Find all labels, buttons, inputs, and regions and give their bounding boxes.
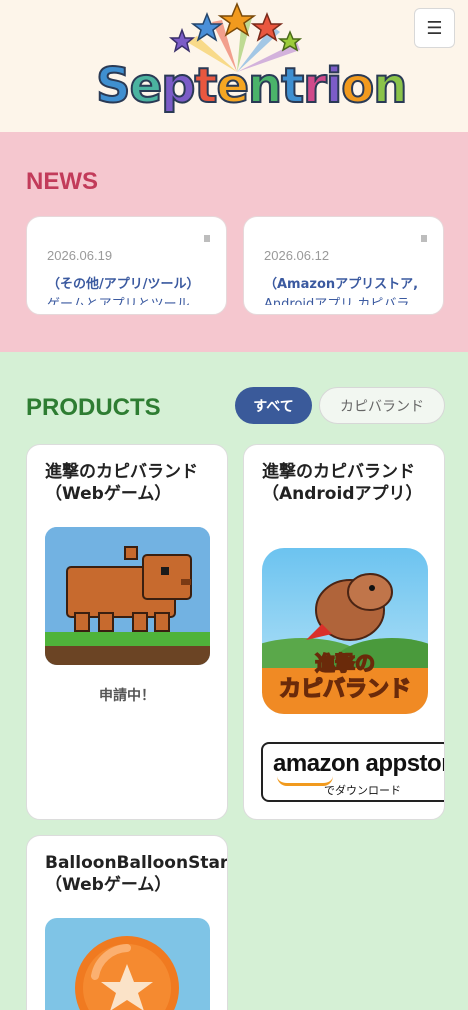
- septentrion-logo[interactable]: Septentrion: [92, 2, 408, 128]
- amazon-appstore-text: amazon appstore: [273, 750, 445, 777]
- logo-wordmark: Septentrion: [95, 57, 408, 115]
- capybara-pixel-image: [45, 527, 210, 665]
- products-section: PRODUCTS すべて カピバランド 進撃のカピバランド（Webゲーム） 申請…: [0, 352, 468, 1010]
- svg-text:カピバランド: カピバランド: [279, 677, 411, 702]
- amazon-appstore-badge[interactable]: amazon appstore でダウンロード: [261, 742, 445, 802]
- balloon-star-image: [45, 918, 210, 1010]
- site-header: Septentrion ☰: [0, 0, 468, 132]
- news-card[interactable]: 2026.06.12 （Amazonアプリストア, Androidアプリ,カピバ…: [243, 216, 444, 315]
- news-category: （Amazonアプリストア,: [264, 277, 419, 292]
- products-heading: PRODUCTS: [26, 394, 161, 421]
- news-date: 2026.06.19: [47, 248, 113, 263]
- product-title: 進撃のカピバランド（Webゲーム）: [45, 462, 198, 504]
- product-card[interactable]: 進撃のカピバランド（Webゲーム） 申請中！: [26, 444, 228, 820]
- status-text: 申請中！: [99, 688, 155, 704]
- news-headline: Androidアプリ,カピバラ: [264, 297, 410, 305]
- hamburger-icon: ☰: [426, 17, 443, 39]
- news-category: （その他/アプリ/ツール）: [47, 277, 200, 292]
- app-icon-image: 進撃の カピバランド: [262, 548, 428, 714]
- news-card[interactable]: 2026.06.19 （その他/アプリ/ツール） ゲームとアプリとツール: [26, 216, 227, 315]
- news-headline: ゲームとアプリとツール: [47, 297, 190, 305]
- news-date: 2026.06.12: [264, 248, 330, 263]
- svg-text:進撃の: 進撃の: [315, 651, 375, 675]
- bookmark-icon: [204, 235, 210, 242]
- filter-capybaland-button[interactable]: カピバランド: [319, 387, 445, 424]
- download-text: でダウンロード: [324, 784, 401, 797]
- filter-all-button[interactable]: すべて: [235, 387, 312, 424]
- news-heading: NEWS: [26, 168, 98, 195]
- product-title: BalloonBalloonStars（Webゲーム）: [45, 853, 228, 895]
- product-card[interactable]: BalloonBalloonStars（Webゲーム）: [26, 835, 228, 1010]
- product-title: 進撃のカピバランド（Androidアプリ）: [262, 462, 423, 504]
- product-card[interactable]: 進撃のカピバランド（Androidアプリ） 進撃の カピバランド amazon …: [243, 444, 445, 820]
- news-section: NEWS 2026.06.19 （その他/アプリ/ツール） ゲームとアプリとツー…: [0, 132, 468, 352]
- menu-button[interactable]: ☰: [414, 8, 455, 48]
- bookmark-icon: [421, 235, 427, 242]
